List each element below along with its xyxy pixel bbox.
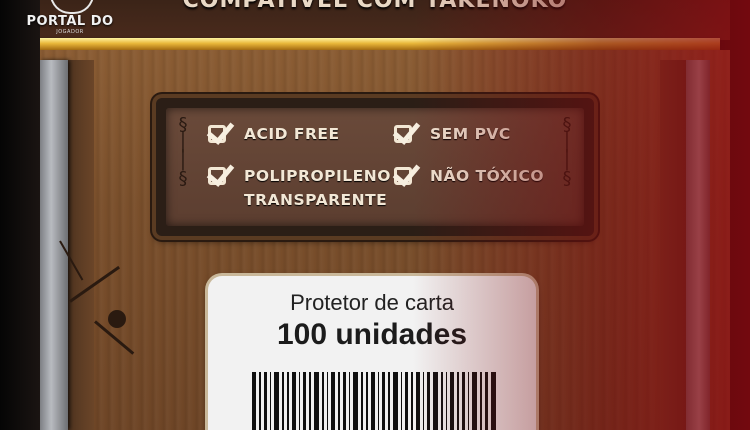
feature-nao-toxico: NÃO TÓXICO bbox=[392, 158, 545, 190]
door-frame-inner-left bbox=[68, 60, 94, 430]
features-panel: § │ │ § § │ │ § ACID FREE SEM PVC POLIPROPILEN… bbox=[156, 98, 594, 236]
top-banner: COMPATÍVEL COM TAKENOKO bbox=[20, 0, 730, 40]
feature-label: POLIPROPILENO TRANSPARENTE bbox=[244, 164, 391, 212]
card-quantity: 100 unidades bbox=[276, 318, 468, 351]
scroll-ornament-left-icon: § │ │ § bbox=[177, 114, 189, 189]
feature-label-line2: TRANSPARENTE bbox=[244, 191, 388, 209]
feature-label: ACID FREE bbox=[244, 125, 340, 143]
product-label-card: Protetor de carta 100 unidades bbox=[208, 276, 536, 430]
feature-acid-free: ACID FREE bbox=[206, 116, 340, 148]
left-shadow bbox=[0, 0, 40, 430]
feature-label-line1: POLIPROPILENO bbox=[244, 167, 391, 185]
checkbox-checked-icon bbox=[206, 116, 235, 148]
checkbox-checked-icon bbox=[392, 158, 421, 190]
feature-polipropileno: POLIPROPILENO TRANSPARENTE bbox=[206, 158, 391, 212]
portal-do-jogador-logo: PORTAL DO JOGADOR bbox=[24, 0, 116, 36]
scroll-ornament-right-icon: § │ │ § bbox=[561, 114, 573, 189]
card-product-name: Protetor de carta bbox=[290, 290, 454, 315]
feature-sem-pvc: SEM PVC bbox=[392, 116, 511, 148]
features-panel-inner: § │ │ § § │ │ § ACID FREE SEM PVC POLIPROPILEN… bbox=[166, 108, 584, 226]
logo-name: PORTAL DO bbox=[26, 14, 114, 29]
banner-title: COMPATÍVEL COM TAKENOKO bbox=[182, 0, 568, 13]
feature-label: SEM PVC bbox=[430, 125, 511, 143]
logo-emblem-icon bbox=[50, 0, 94, 14]
checkbox-checked-icon bbox=[206, 158, 235, 190]
door-knot bbox=[108, 310, 126, 328]
gold-divider bbox=[30, 38, 720, 50]
barcode bbox=[252, 372, 496, 430]
feature-label: NÃO TÓXICO bbox=[430, 167, 545, 185]
logo-subtitle: JOGADOR bbox=[56, 29, 84, 35]
product-scene: COMPATÍVEL COM TAKENOKO § │ │ § § │ │ § ACID F… bbox=[0, 0, 750, 430]
door-frame-right bbox=[686, 60, 710, 430]
door-frame-inner-right bbox=[660, 60, 686, 430]
checkbox-checked-icon bbox=[392, 116, 421, 148]
